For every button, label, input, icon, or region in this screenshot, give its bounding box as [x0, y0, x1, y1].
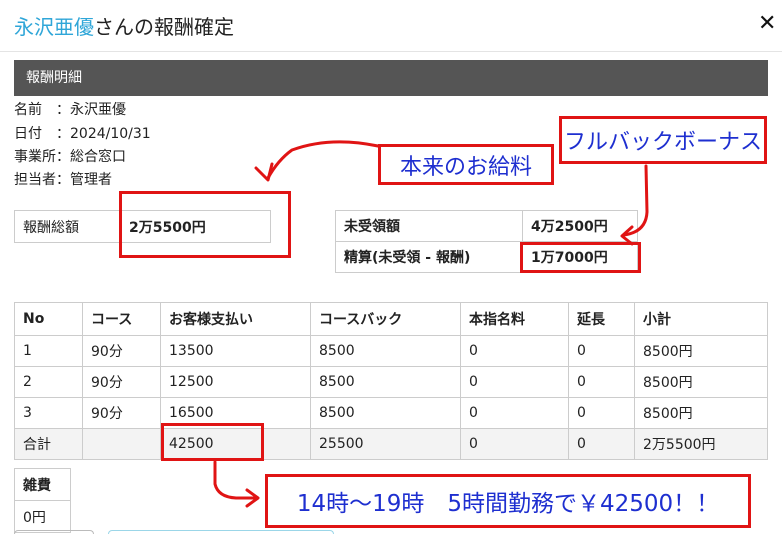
- cell: 8500円: [634, 366, 768, 398]
- modal-header: 永沢亜優さんの報酬確定 ✕: [0, 0, 782, 52]
- misc-header: 雑費: [14, 468, 71, 501]
- cell: 0: [568, 335, 635, 367]
- cell: 0: [568, 397, 635, 429]
- cell: 0: [568, 366, 635, 398]
- modal-title: 永沢亜優さんの報酬確定: [14, 14, 234, 40]
- unpaid-label: 未受領額: [335, 210, 523, 242]
- table-row: 1 90分 13500 8500 0 0 8500円: [14, 335, 768, 367]
- arrowhead-work-summary: [245, 488, 260, 508]
- cell: 0: [460, 366, 569, 398]
- cell: 90分: [82, 335, 161, 367]
- cell: 2: [14, 366, 83, 398]
- info-staff: 担当者：管理者: [14, 172, 112, 188]
- arrow-work-summary: [213, 460, 257, 500]
- col-extension: 延長: [568, 302, 635, 336]
- cell: 8500円: [634, 335, 768, 367]
- cell: 0: [568, 428, 635, 460]
- col-course: コース: [82, 302, 161, 336]
- cell: 90分: [82, 397, 161, 429]
- col-nomination-fee: 本指名料: [460, 302, 569, 336]
- cell: [82, 428, 161, 460]
- misc-value: 0円: [14, 500, 71, 533]
- cell: 0: [460, 428, 569, 460]
- close-icon[interactable]: ✕: [758, 12, 776, 36]
- cell: 8500: [310, 335, 461, 367]
- cell: 合計: [14, 428, 83, 460]
- misc-table: 雑費 0円: [14, 468, 71, 533]
- info-date: 日付 ：2024/10/31: [14, 126, 151, 142]
- cell: 2万5500円: [634, 428, 768, 460]
- table-row: 2 90分 12500 8500 0 0 8500円: [14, 366, 768, 398]
- callout-original-pay: 本来のお給料: [378, 144, 554, 185]
- cell: 3: [14, 397, 83, 429]
- section-title: 報酬明細: [14, 60, 768, 96]
- footer-button-confirm[interactable]: [108, 530, 334, 534]
- arrow-original-pay: [266, 140, 380, 180]
- col-customer-payment: お客様支払い: [160, 302, 311, 336]
- cell: 8500円: [634, 397, 768, 429]
- cell: 8500: [310, 397, 461, 429]
- cast-name: 永沢亜優: [14, 15, 94, 39]
- detail-table: No コース お客様支払い コースバック 本指名料 延長 小計 1 90分 13…: [14, 302, 768, 460]
- cell: 0: [460, 397, 569, 429]
- detail-header-row: No コース お客様支払い コースバック 本指名料 延長 小計: [14, 302, 768, 336]
- col-no: No: [14, 302, 83, 336]
- info-name: 名前 ：永沢亜優: [14, 102, 126, 118]
- cell: 12500: [160, 366, 311, 398]
- modal-title-suffix: さんの報酬確定: [94, 15, 234, 39]
- unpaid-value: 4万2500円: [522, 210, 638, 242]
- cell: 1: [14, 335, 83, 367]
- highlight-settle-value: [520, 242, 641, 273]
- arrowhead-original-pay: [254, 162, 274, 182]
- highlight-customer-total: [161, 423, 264, 461]
- cell: 25500: [310, 428, 461, 460]
- footer-button-left[interactable]: [14, 530, 94, 534]
- table-row: 3 90分 16500 8500 0 0 8500円: [14, 397, 768, 429]
- col-subtotal: 小計: [634, 302, 768, 336]
- col-course-back: コースバック: [310, 302, 461, 336]
- cell: 90分: [82, 366, 161, 398]
- total-row: 合計 42500 25500 0 0 2万5500円: [14, 428, 768, 460]
- cell: 13500: [160, 335, 311, 367]
- highlight-total-reward: [119, 191, 291, 258]
- info-office: 事業所：総合窓口: [14, 149, 126, 165]
- cell: 8500: [310, 366, 461, 398]
- callout-work-summary: 14時〜19時 5時間勤務で￥42500！！: [265, 474, 751, 528]
- settle-label: 精算(未受領 - 報酬): [335, 241, 523, 273]
- cell: 0: [460, 335, 569, 367]
- total-reward-label: 報酬総額: [14, 210, 121, 243]
- callout-full-back: フルバックボーナス: [559, 116, 767, 164]
